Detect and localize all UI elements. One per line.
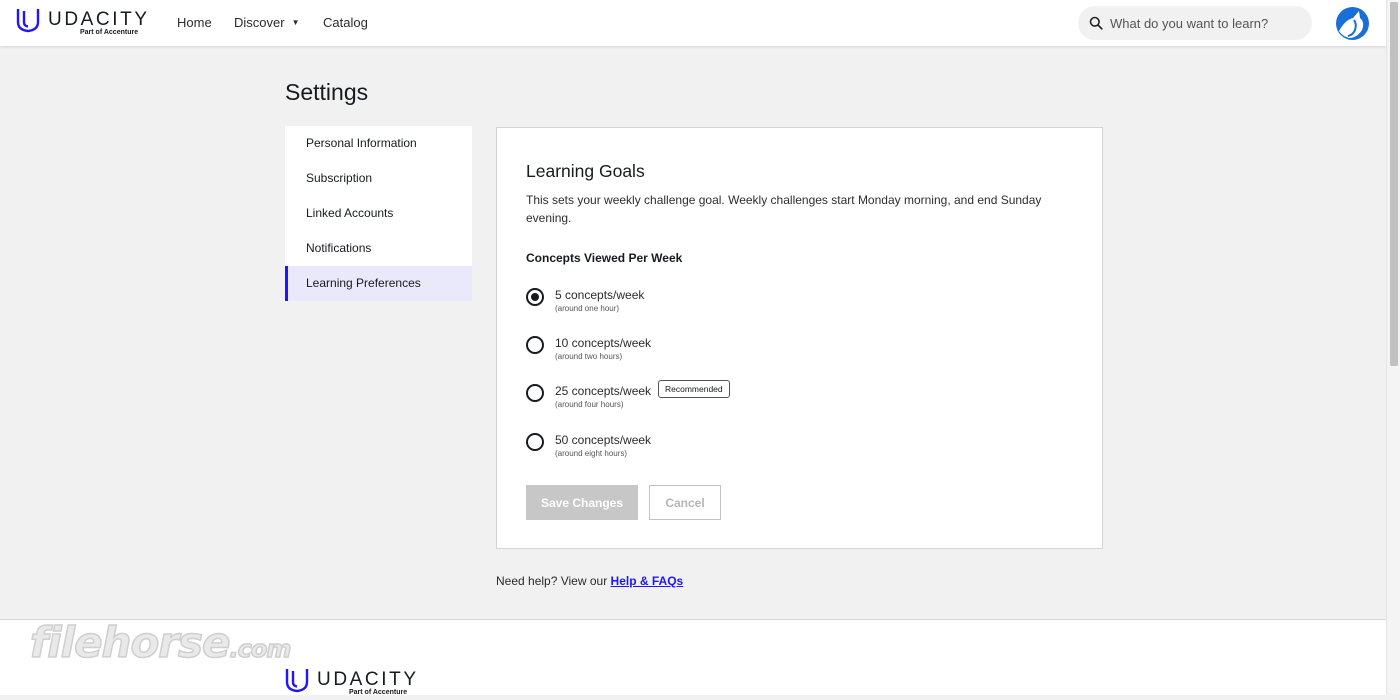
page-scrollbar[interactable] — [1386, 0, 1400, 694]
option-label: 5 concepts/week — [555, 288, 645, 302]
help-text: Need help? View our Help & FAQs — [496, 574, 683, 588]
option-label: 25 concepts/week — [555, 384, 652, 398]
watermark-suffix: .com — [229, 634, 292, 664]
sidebar-item-subscription[interactable]: Subscription — [285, 161, 472, 196]
option-sublabel: (around four hours) — [555, 400, 624, 409]
filehorse-watermark: filehorse.com — [29, 617, 292, 668]
option-sublabel: (around one hour) — [555, 304, 620, 313]
radio-button[interactable] — [526, 288, 544, 306]
brand-subtitle: Part of Accenture — [80, 29, 139, 36]
option-5-concepts[interactable]: 5 concepts/week (around one hour) — [526, 288, 826, 322]
help-prefix: Need help? View our — [496, 574, 608, 588]
radio-button[interactable] — [526, 384, 544, 402]
sidebar-item-linked-accounts[interactable]: Linked Accounts — [285, 196, 472, 231]
recommended-badge: Recommended — [658, 380, 730, 398]
option-50-concepts[interactable]: 50 concepts/week (around eight hours) — [526, 433, 826, 467]
search-icon — [1089, 16, 1103, 30]
udacity-logo-icon — [285, 669, 309, 693]
scrollbar-thumb[interactable] — [1390, 2, 1398, 366]
nav-catalog[interactable]: Catalog — [323, 15, 368, 30]
caret-down-icon: ▼ — [291, 18, 300, 27]
brand-name: UDACITY — [48, 9, 150, 30]
footer-udacity-logo[interactable]: UDACITY Part of Accenture — [285, 666, 416, 700]
udacity-logo[interactable]: UDACITY Part of Accenture — [16, 6, 147, 40]
card-title: Learning Goals — [526, 161, 645, 181]
footer-brand-subtitle: Part of Accenture — [349, 689, 408, 696]
udacity-logo-icon — [16, 9, 40, 33]
search-box — [1078, 6, 1312, 40]
option-sublabel: (around eight hours) — [555, 449, 628, 458]
card-description: This sets your weekly challenge goal. We… — [526, 193, 1042, 225]
option-10-concepts[interactable]: 10 concepts/week (around two hours) — [526, 336, 826, 370]
nav-discover-label: Discover — [234, 15, 285, 30]
sidebar-item-personal-information[interactable]: Personal Information — [285, 126, 472, 161]
radio-button[interactable] — [526, 336, 544, 354]
option-label: 50 concepts/week — [555, 433, 652, 447]
option-label: 10 concepts/week — [555, 336, 652, 350]
settings-sidebar: Personal Information Subscription Linked… — [285, 126, 472, 301]
watermark-text: filehorse.com — [29, 617, 292, 668]
option-25-concepts[interactable]: 25 concepts/week Recommended (around fou… — [526, 380, 826, 418]
avatar-icon[interactable] — [1335, 6, 1370, 41]
watermark-word: filehorse — [29, 617, 231, 668]
cancel-button[interactable]: Cancel — [649, 485, 721, 520]
option-sublabel: (around two hours) — [555, 352, 623, 361]
concepts-group-label: Concepts Viewed Per Week — [526, 251, 683, 265]
save-changes-button[interactable]: Save Changes — [526, 485, 638, 520]
top-navigation-bar: UDACITY Part of Accenture Home Discover ▼… — [0, 0, 1386, 46]
radio-button[interactable] — [526, 433, 544, 451]
search-input[interactable] — [1110, 6, 1306, 40]
page-title: Settings — [285, 79, 369, 105]
help-faqs-link[interactable]: Help & FAQs — [611, 574, 684, 588]
learning-goals-card: Learning Goals This sets your weekly cha… — [496, 127, 1103, 549]
nav-home[interactable]: Home — [177, 15, 212, 30]
sidebar-item-learning-preferences[interactable]: Learning Preferences — [285, 266, 472, 301]
nav-discover[interactable]: Discover ▼ — [234, 15, 300, 30]
sidebar-item-notifications[interactable]: Notifications — [285, 231, 472, 266]
footer-brand-name: UDACITY — [317, 669, 419, 690]
